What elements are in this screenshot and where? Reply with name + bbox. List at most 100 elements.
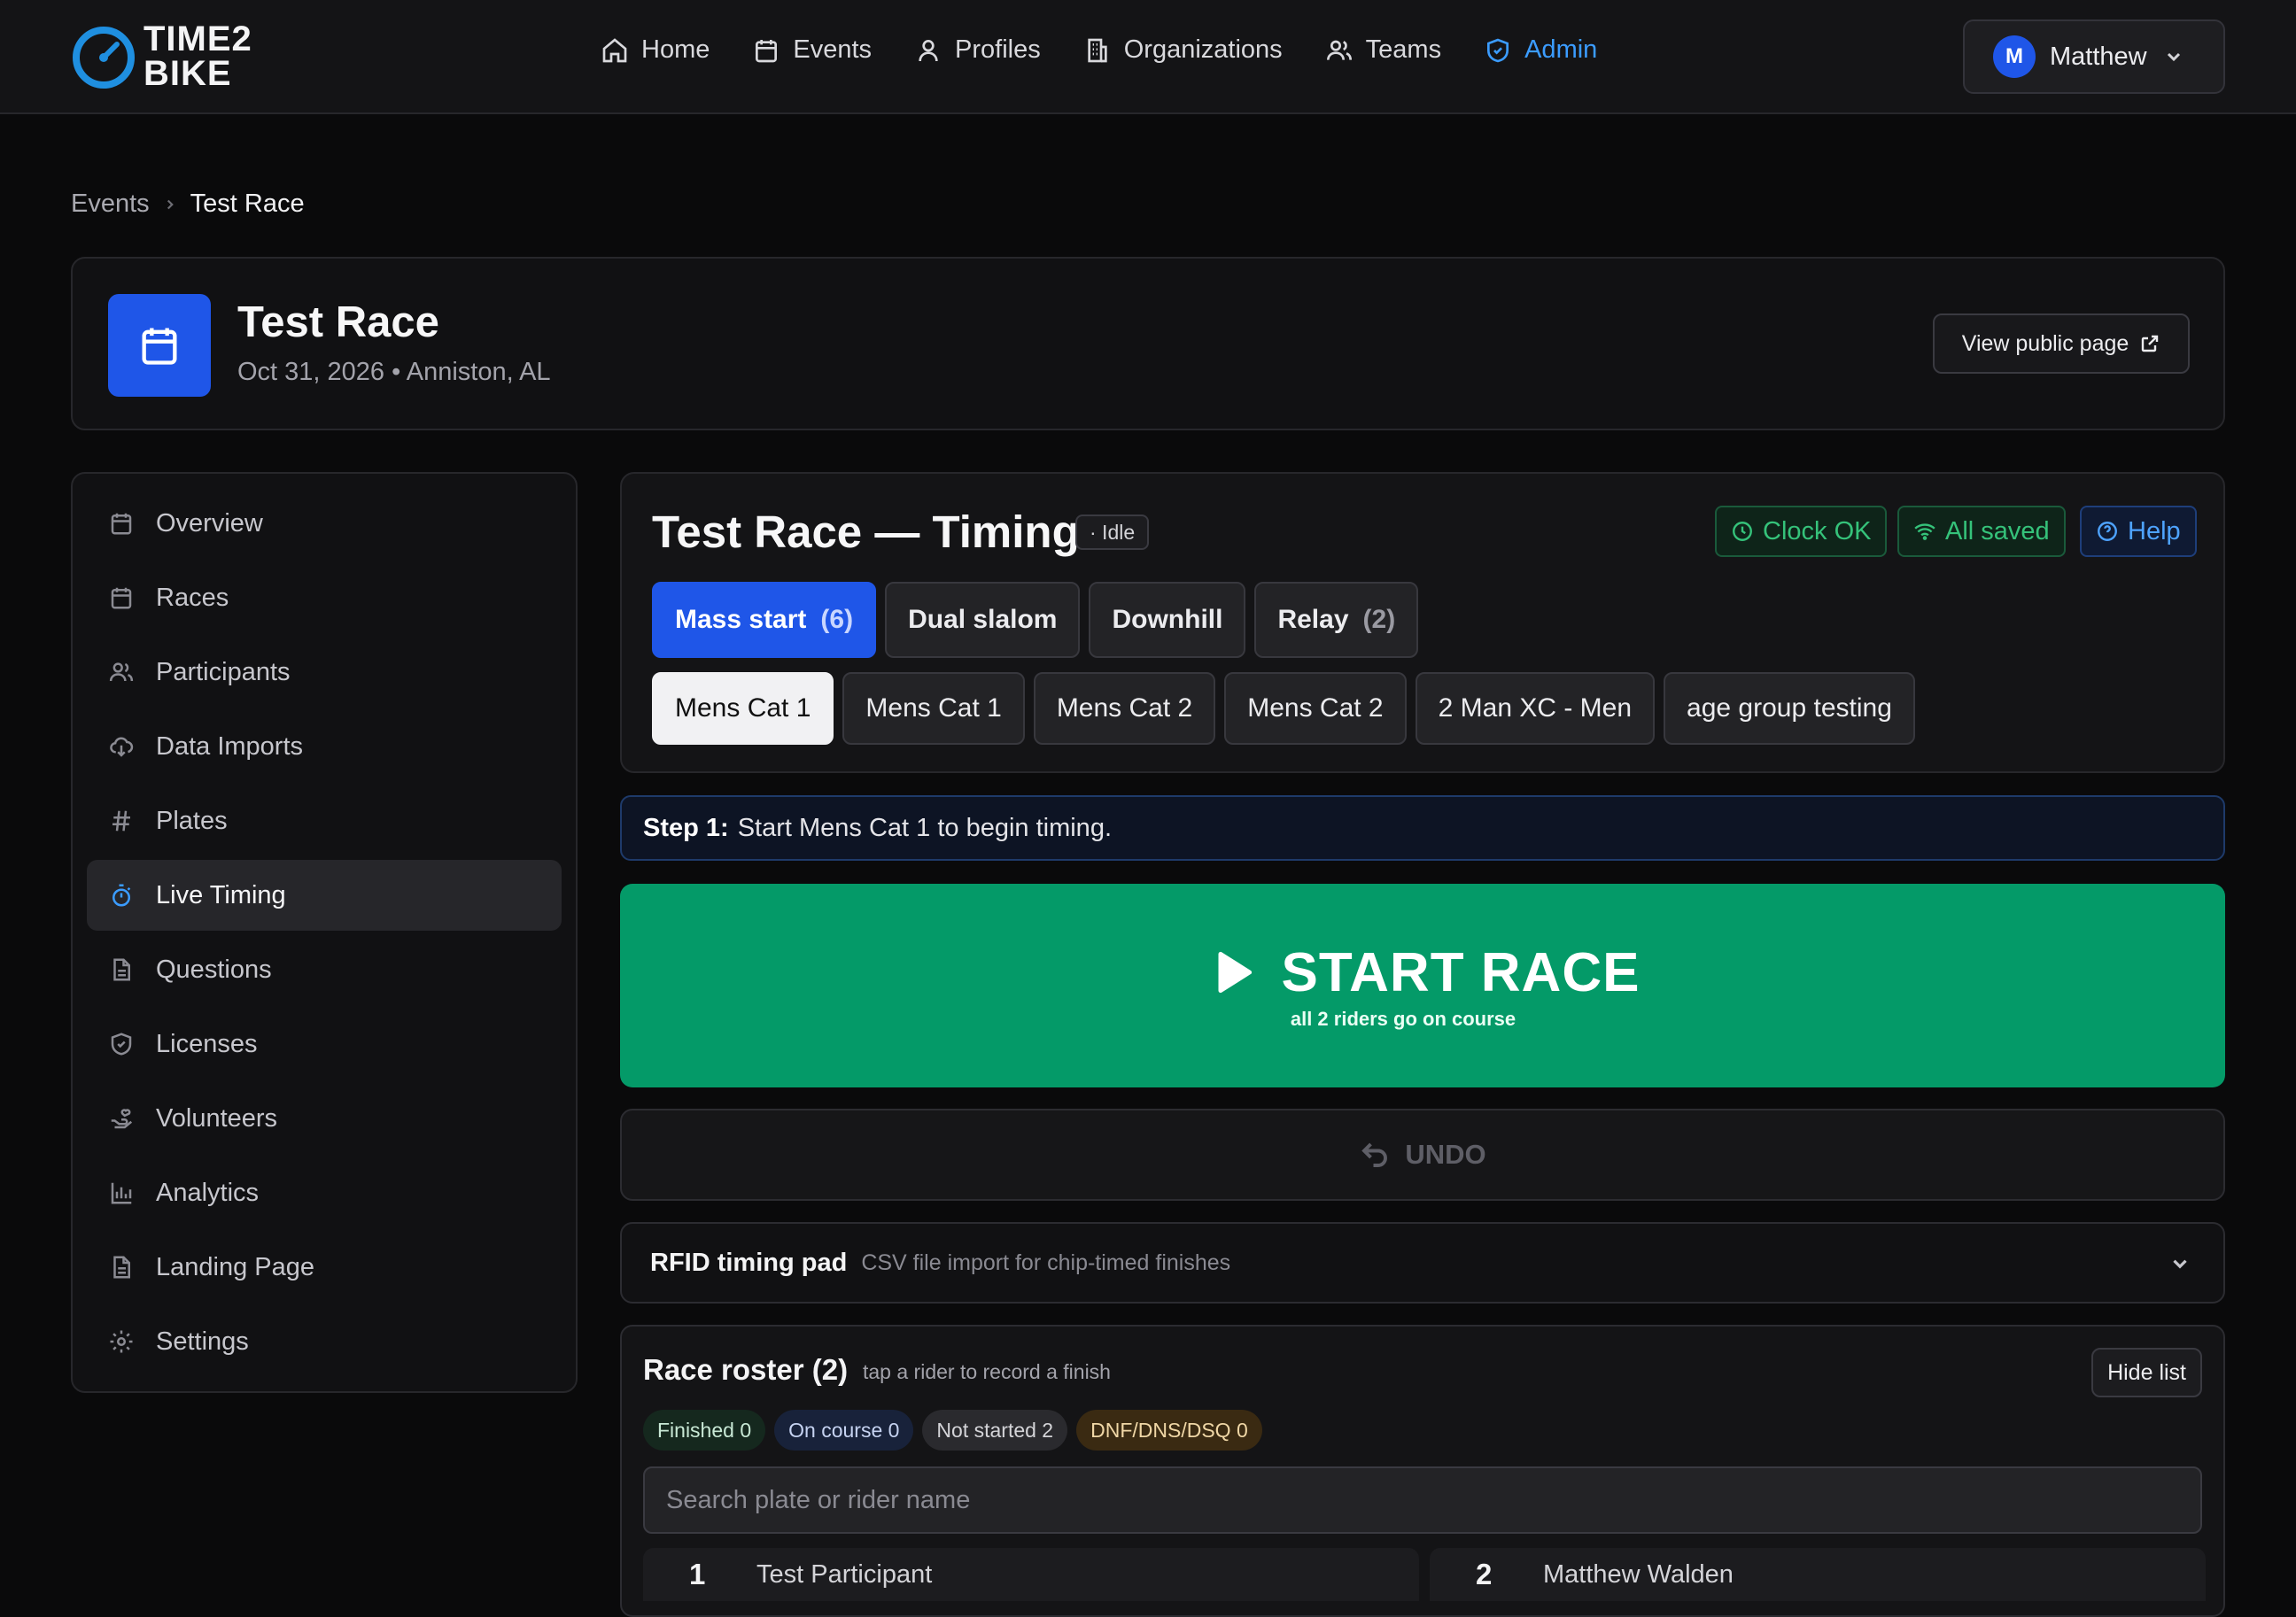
sidebar-item-overview[interactable]: Overview [87, 488, 562, 559]
sidebar-item-licenses[interactable]: Licenses [87, 1009, 562, 1079]
tab-count: (2) [1362, 605, 1396, 634]
hand-heart-icon [111, 1109, 133, 1129]
sidebar-item-label: Participants [156, 657, 291, 686]
start-race-subtitle: all 2 riders go on course [1290, 1007, 1516, 1030]
clock-status-label: Clock OK [1763, 516, 1872, 545]
rider-name: Test Participant [756, 1559, 933, 1589]
race-tab-mens-cat-1[interactable]: Mens Cat 1 [842, 672, 1025, 745]
sidebar-item-label: Data Imports [156, 731, 303, 761]
undo-label: UNDO [1405, 1139, 1486, 1170]
sidebar-item-label: Plates [156, 806, 228, 835]
nav-profiles[interactable]: Profiles [914, 35, 1041, 65]
user-menu-button[interactable]: M Matthew [1963, 19, 2225, 94]
tab-relay[interactable]: Relay (2) [1254, 582, 1419, 658]
event-date-location: Oct 31, 2026 • Anniston, AL [237, 358, 551, 386]
home-icon [602, 37, 627, 62]
tab-dual-slalom[interactable]: Dual slalom [885, 582, 1081, 658]
brand-line-2: BIKE [144, 54, 232, 93]
sidebar-item-live-timing[interactable]: Live Timing [87, 860, 562, 931]
calendar-icon [142, 328, 177, 365]
breadcrumb-current: Test Race [190, 190, 305, 218]
clock-status-pill[interactable]: Clock OK [1715, 506, 1888, 557]
nav-organizations-label: Organizations [1123, 35, 1283, 64]
document-icon [113, 1256, 130, 1279]
sidebar-item-data-imports[interactable]: Data Imports [87, 711, 562, 782]
save-status-pill[interactable]: All saved [1897, 506, 2066, 557]
sidebar-item-plates[interactable]: Plates [87, 785, 562, 856]
help-button[interactable]: Help [2080, 506, 2197, 557]
nav-home[interactable]: Home [601, 35, 710, 65]
bar-chart-icon [111, 1182, 132, 1204]
tab-mass-start[interactable]: Mass start (6) [652, 582, 877, 658]
dnf-chip[interactable]: DNF/DNS/DSQ 0 [1076, 1410, 1262, 1451]
rider-plate: 1 [689, 1558, 706, 1590]
sidebar-item-volunteers[interactable]: Volunteers [87, 1083, 562, 1154]
nav-events[interactable]: Events [752, 35, 872, 65]
sidebar-item-label: Questions [156, 955, 272, 984]
breadcrumb-events-link[interactable]: Events [71, 190, 150, 219]
sidebar-item-participants[interactable]: Participants [87, 637, 562, 708]
nav-organizations[interactable]: Organizations [1083, 35, 1283, 65]
not-started-chip[interactable]: Not started 2 [922, 1410, 1068, 1451]
user-icon [919, 39, 938, 61]
brand-logo[interactable]: TIME2 BIKE [71, 21, 252, 93]
rider-search-input[interactable] [643, 1466, 2202, 1534]
undo-button[interactable]: UNDO [620, 1109, 2225, 1201]
event-header-card: Test Race Oct 31, 2026 • Anniston, AL Vi… [71, 257, 2225, 430]
sidebar-item-landing-page[interactable]: Landing Page [87, 1232, 562, 1303]
clock-icon [1733, 522, 1752, 541]
sidebar-item-label: Analytics [156, 1178, 260, 1207]
tab-downhill[interactable]: Downhill [1089, 582, 1246, 658]
calendar-icon [111, 513, 132, 535]
sidebar-item-label: Settings [156, 1327, 249, 1356]
nav-teams[interactable]: Teams [1325, 35, 1441, 65]
hide-list-button[interactable]: Hide list [2091, 1348, 2202, 1397]
rider-card[interactable]: 2 Matthew Walden [1430, 1548, 2206, 1601]
sidebar-item-races[interactable]: Races [87, 562, 562, 633]
stopwatch-logo-icon [73, 27, 135, 89]
sidebar-item-label: Overview [156, 508, 263, 538]
sidebar-item-analytics[interactable]: Analytics [87, 1157, 562, 1228]
race-tab-mens-cat-2-b[interactable]: Mens Cat 2 [1224, 672, 1407, 745]
race-tab-label: age group testing [1687, 693, 1892, 723]
cloud-download-icon [110, 737, 134, 757]
nav-teams-label: Teams [1365, 35, 1442, 64]
race-tab-label: Mens Cat 1 [865, 693, 1002, 723]
rfid-timing-pad-accordion[interactable]: RFID timing pad CSV file import for chip… [620, 1222, 2225, 1304]
tab-label: Relay [1277, 605, 1349, 634]
start-race-button[interactable]: START RACE all 2 riders go on course [620, 884, 2225, 1087]
race-tab-label: Mens Cat 2 [1247, 693, 1384, 723]
sidebar-item-label: Live Timing [156, 880, 286, 909]
on-course-chip[interactable]: On course 0 [774, 1410, 914, 1451]
view-public-page-button[interactable]: View public page [1933, 313, 2190, 374]
roster-status-chips: Finished 0 On course 0 Not started 2 DNF… [643, 1410, 1271, 1451]
rider-card[interactable]: 1 Test Participant [643, 1548, 1419, 1601]
tab-label: Dual slalom [908, 605, 1058, 634]
calendar-icon [756, 39, 778, 62]
nav-admin[interactable]: Admin [1484, 35, 1597, 65]
shield-icon [1487, 38, 1509, 62]
event-title: Test Race [237, 298, 439, 346]
hash-icon [112, 810, 130, 832]
race-state-badge: · Idle [1075, 514, 1150, 550]
users-icon [1326, 40, 1352, 60]
rider-plate: 2 [1476, 1558, 1493, 1590]
external-link-icon [2142, 335, 2159, 352]
race-roster-panel: Race roster (2) tap a rider to record a … [620, 1325, 2225, 1617]
race-tab-mens-cat-1-selected[interactable]: Mens Cat 1 [652, 672, 834, 745]
avatar: M [1993, 35, 2036, 78]
brand-wordmark: TIME2 BIKE [144, 21, 252, 93]
help-label: Help [2128, 516, 2181, 545]
sidebar-item-settings[interactable]: Settings [87, 1306, 562, 1377]
nav-events-label: Events [793, 35, 873, 64]
race-tab-mens-cat-2[interactable]: Mens Cat 2 [1033, 672, 1216, 745]
race-tab-2-man-xc-men[interactable]: 2 Man XC - Men [1415, 672, 1656, 745]
race-tab-age-group-testing[interactable]: age group testing [1664, 672, 1915, 745]
breadcrumb: Events Test Race [71, 190, 305, 219]
finished-chip[interactable]: Finished 0 [643, 1410, 766, 1451]
view-public-page-label: View public page [1961, 330, 2129, 356]
sidebar-item-label: Landing Page [156, 1252, 314, 1281]
sidebar-item-questions[interactable]: Questions [87, 934, 562, 1005]
chevron-down-icon [2173, 1259, 2187, 1269]
sidebar-item-label: Licenses [156, 1029, 258, 1058]
